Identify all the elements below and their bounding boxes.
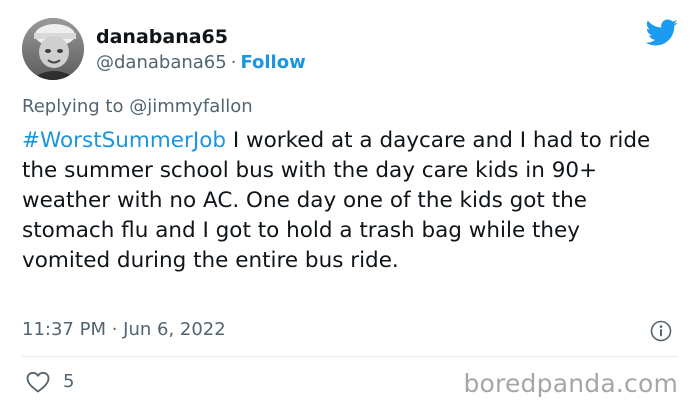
tweet-text: #WorstSummerJob I worked at a daycare an…	[22, 126, 672, 276]
info-icon[interactable]	[650, 320, 672, 342]
watermark: boredpanda.com	[463, 369, 678, 398]
display-name[interactable]: danabana65	[96, 24, 228, 50]
divider	[22, 356, 678, 357]
hashtag-link[interactable]: #WorstSummerJob	[22, 128, 226, 153]
like-count: 5	[63, 371, 75, 392]
tweet-card: danabana65 @danabana65 · Follow Replying t…	[0, 0, 700, 410]
twitter-bird-icon[interactable]	[645, 18, 678, 46]
handle-row: @danabana65 · Follow	[96, 51, 306, 75]
tweet-timestamp[interactable]: 11:37 PM · Jun 6, 2022	[22, 318, 226, 342]
heart-icon[interactable]	[26, 371, 50, 393]
avatar[interactable]	[22, 18, 84, 80]
follow-button[interactable]: Follow	[240, 52, 305, 73]
user-handle[interactable]: @danabana65	[96, 52, 227, 73]
avatar-photo	[22, 18, 84, 80]
replying-to: Replying to @jimmyfallon	[22, 96, 253, 117]
separator-dot: ·	[230, 52, 237, 73]
